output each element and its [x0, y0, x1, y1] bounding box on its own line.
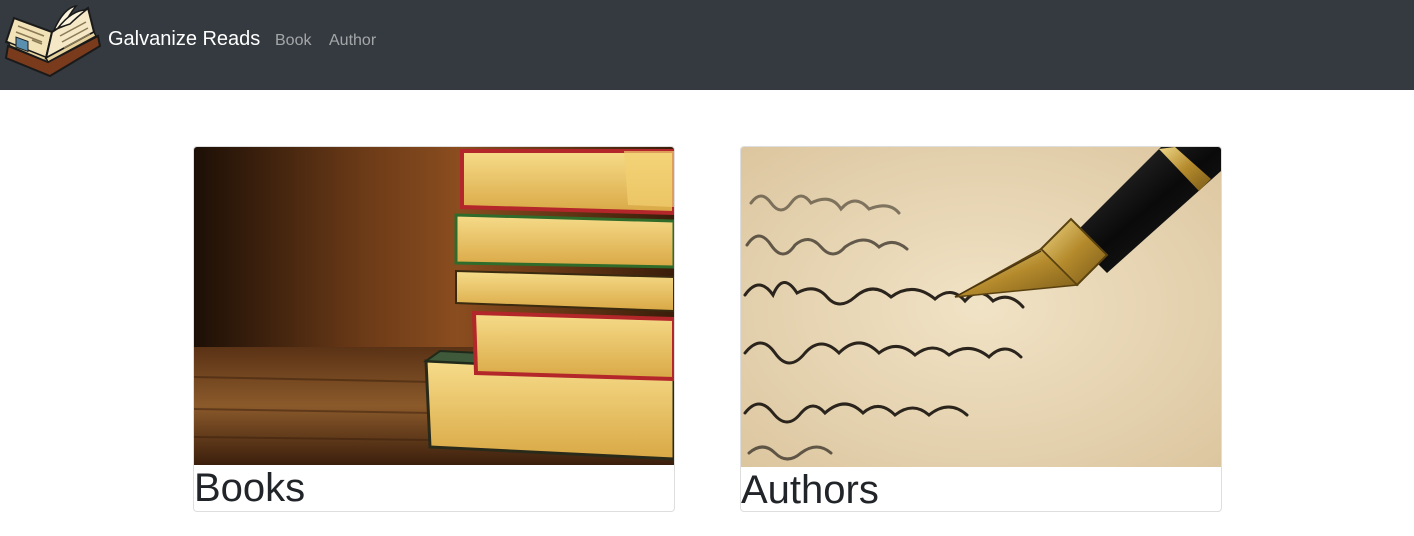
authors-card[interactable]: Authors [740, 146, 1222, 512]
authors-card-title: Authors [741, 468, 879, 512]
top-navbar: Galvanize Reads Book Author [0, 0, 1414, 90]
open-book-icon[interactable] [2, 2, 104, 78]
nav-link-author[interactable]: Author [329, 31, 376, 51]
books-card[interactable]: Books [193, 146, 675, 512]
books-image [194, 147, 674, 465]
books-card-title: Books [194, 466, 306, 510]
authors-image [741, 147, 1221, 467]
brand-title[interactable]: Galvanize Reads [108, 27, 260, 51]
nav-link-book[interactable]: Book [275, 31, 311, 51]
